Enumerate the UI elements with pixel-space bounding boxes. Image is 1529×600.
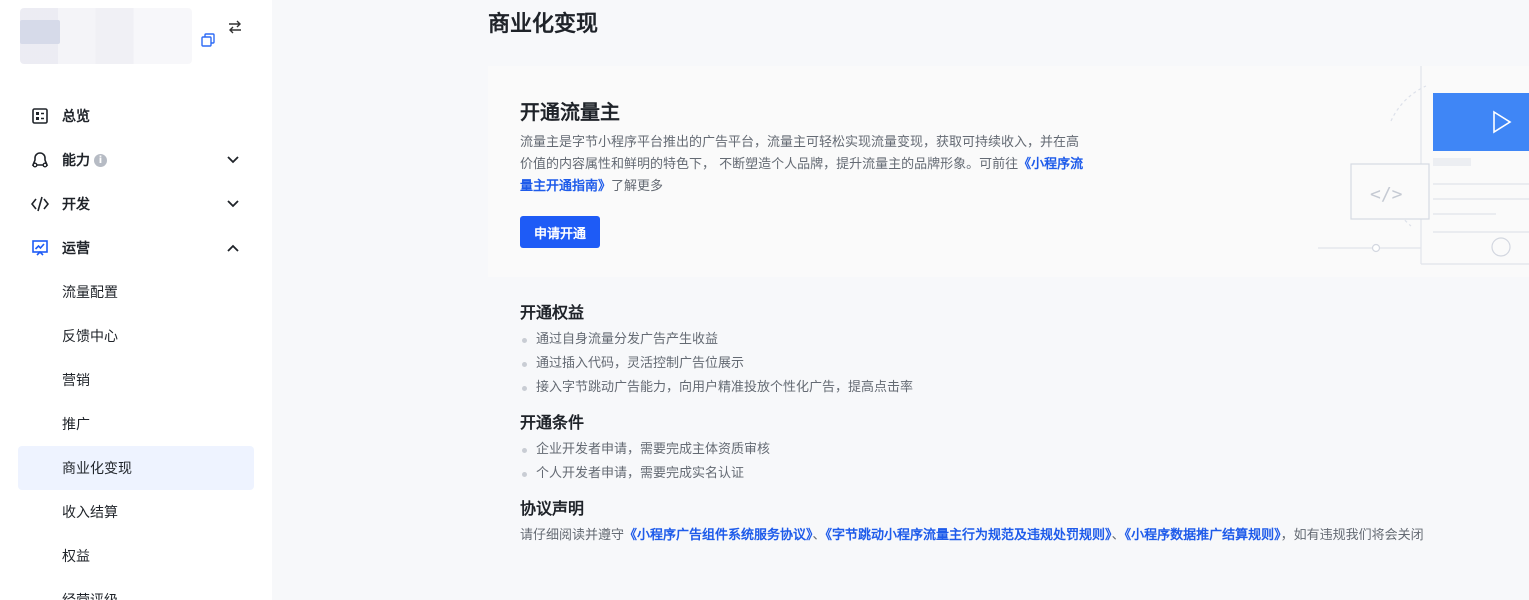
code-icon xyxy=(30,194,50,214)
agreement-title: 协议声明 xyxy=(520,499,585,518)
apply-button[interactable]: 申请开通 xyxy=(520,216,600,248)
benefits-list: 通过自身流量分发广告产生收益 通过插入代码，灵活控制广告位展示 接入字节跳动广告… xyxy=(520,328,1529,400)
sidebar-item-label: 能力 xyxy=(62,153,90,169)
banner-illustration: </> xyxy=(1318,66,1529,265)
app-brand[interactable] xyxy=(20,8,250,64)
list-item: 通过自身流量分发广告产生收益 xyxy=(520,328,1529,352)
list-item: 接入字节跳动广告能力，向用户精准投放个性化广告，提高点击率 xyxy=(520,376,1529,400)
sidebar: 总览 能力 i 开发 运营 流量配置 反馈中心 营销 推广 商业化变现 收入结算… xyxy=(0,0,272,600)
sidebar-item-overview[interactable]: 总览 xyxy=(18,94,254,138)
dashboard-icon xyxy=(30,106,50,126)
app-logo-mark xyxy=(20,20,60,44)
chart-icon xyxy=(30,238,50,258)
chevron-up-icon[interactable] xyxy=(224,239,242,257)
banner-desc-text: 流量主是字节小程序平台推出的广告平台，流量主可轻松实现流量变现，获取可持续收入，… xyxy=(520,135,1080,172)
sidebar-subitem-marketing[interactable]: 营销 xyxy=(18,358,254,402)
separator: 、 xyxy=(1111,528,1125,543)
agreement-section: 协议声明 请仔细阅读并遵守《小程序广告组件系统服务协议》、《字节跳动小程序流量主… xyxy=(520,496,1529,548)
agreement-suffix: ，如有违规我们将会关闭 xyxy=(1280,528,1424,543)
agreement-prefix: 请仔细阅读并遵守 xyxy=(520,528,625,543)
banner-title: 开通流量主 xyxy=(520,100,620,124)
traffic-owner-banner: 开通流量主 流量主是字节小程序平台推出的广告平台，流量主可轻松实现流量变现，获取… xyxy=(488,66,1529,277)
sidebar-subitem-rights[interactable]: 权益 xyxy=(18,534,254,578)
ad-component-agreement-link[interactable]: 《小程序广告组件系统服务协议》 xyxy=(624,528,813,543)
main-content: 开通权益 通过自身流量分发广告产生收益 通过插入代码，灵活控制广告位展示 接入字… xyxy=(520,300,1529,558)
sidebar-subitem-monetization[interactable]: 商业化变现 xyxy=(18,446,254,490)
chevron-down-icon[interactable] xyxy=(224,151,242,169)
list-item: 企业开发者申请，需要完成主体资质审核 xyxy=(520,438,1529,462)
agreement-text: 请仔细阅读并遵守《小程序广告组件系统服务协议》、《字节跳动小程序流量主行为规范及… xyxy=(520,524,1529,548)
copy-icon[interactable] xyxy=(201,33,215,47)
traffic-owner-rules-link[interactable]: 《字节跳动小程序流量主行为规范及违规处罚规则》 xyxy=(826,528,1112,543)
sidebar-item-develop[interactable]: 开发 xyxy=(18,182,254,226)
banner-desc-suffix: 了解更多 xyxy=(611,179,664,194)
sidebar-nav: 总览 能力 i 开发 运营 流量配置 反馈中心 营销 推广 商业化变现 收入结算… xyxy=(18,94,254,600)
sidebar-subitem-traffic-config[interactable]: 流量配置 xyxy=(18,270,254,314)
sidebar-item-label: 总览 xyxy=(62,109,90,125)
separator: 、 xyxy=(812,528,826,543)
list-item: 个人开发者申请，需要完成实名认证 xyxy=(520,462,1529,486)
svg-text:</>: </> xyxy=(1370,184,1403,205)
list-item: 通过插入代码，灵活控制广告位展示 xyxy=(520,352,1529,376)
conditions-section: 开通条件 企业开发者申请，需要完成主体资质审核 个人开发者申请，需要完成实名认证 xyxy=(520,410,1529,486)
banner-description: 流量主是字节小程序平台推出的广告平台，流量主可轻松实现流量变现，获取可持续收入，… xyxy=(520,132,1090,198)
info-icon[interactable]: i xyxy=(94,153,107,167)
conditions-title: 开通条件 xyxy=(520,413,585,432)
benefits-section: 开通权益 通过自身流量分发广告产生收益 通过插入代码，灵活控制广告位展示 接入字… xyxy=(520,300,1529,400)
page-title: 商业化变现 xyxy=(488,12,599,37)
sidebar-subitem-feedback[interactable]: 反馈中心 xyxy=(18,314,254,358)
settlement-rules-link[interactable]: 《小程序数据推广结算规则》 xyxy=(1125,528,1281,543)
sidebar-subitem-promotion[interactable]: 推广 xyxy=(18,402,254,446)
sidebar-item-label: 开发 xyxy=(62,197,90,213)
sidebar-subitem-settlement[interactable]: 收入结算 xyxy=(18,490,254,534)
sidebar-item-capability[interactable]: 能力 i xyxy=(18,138,254,182)
conditions-list: 企业开发者申请，需要完成主体资质审核 个人开发者申请，需要完成实名认证 xyxy=(520,438,1529,486)
capability-icon xyxy=(30,150,50,170)
benefits-title: 开通权益 xyxy=(520,303,585,322)
sidebar-subitem-rating[interactable]: 经营评级 xyxy=(18,578,254,600)
chevron-down-icon[interactable] xyxy=(224,195,242,213)
sidebar-item-operations[interactable]: 运营 xyxy=(18,226,254,270)
switch-app-icon[interactable] xyxy=(227,20,245,38)
sidebar-item-label: 运营 xyxy=(62,241,90,257)
